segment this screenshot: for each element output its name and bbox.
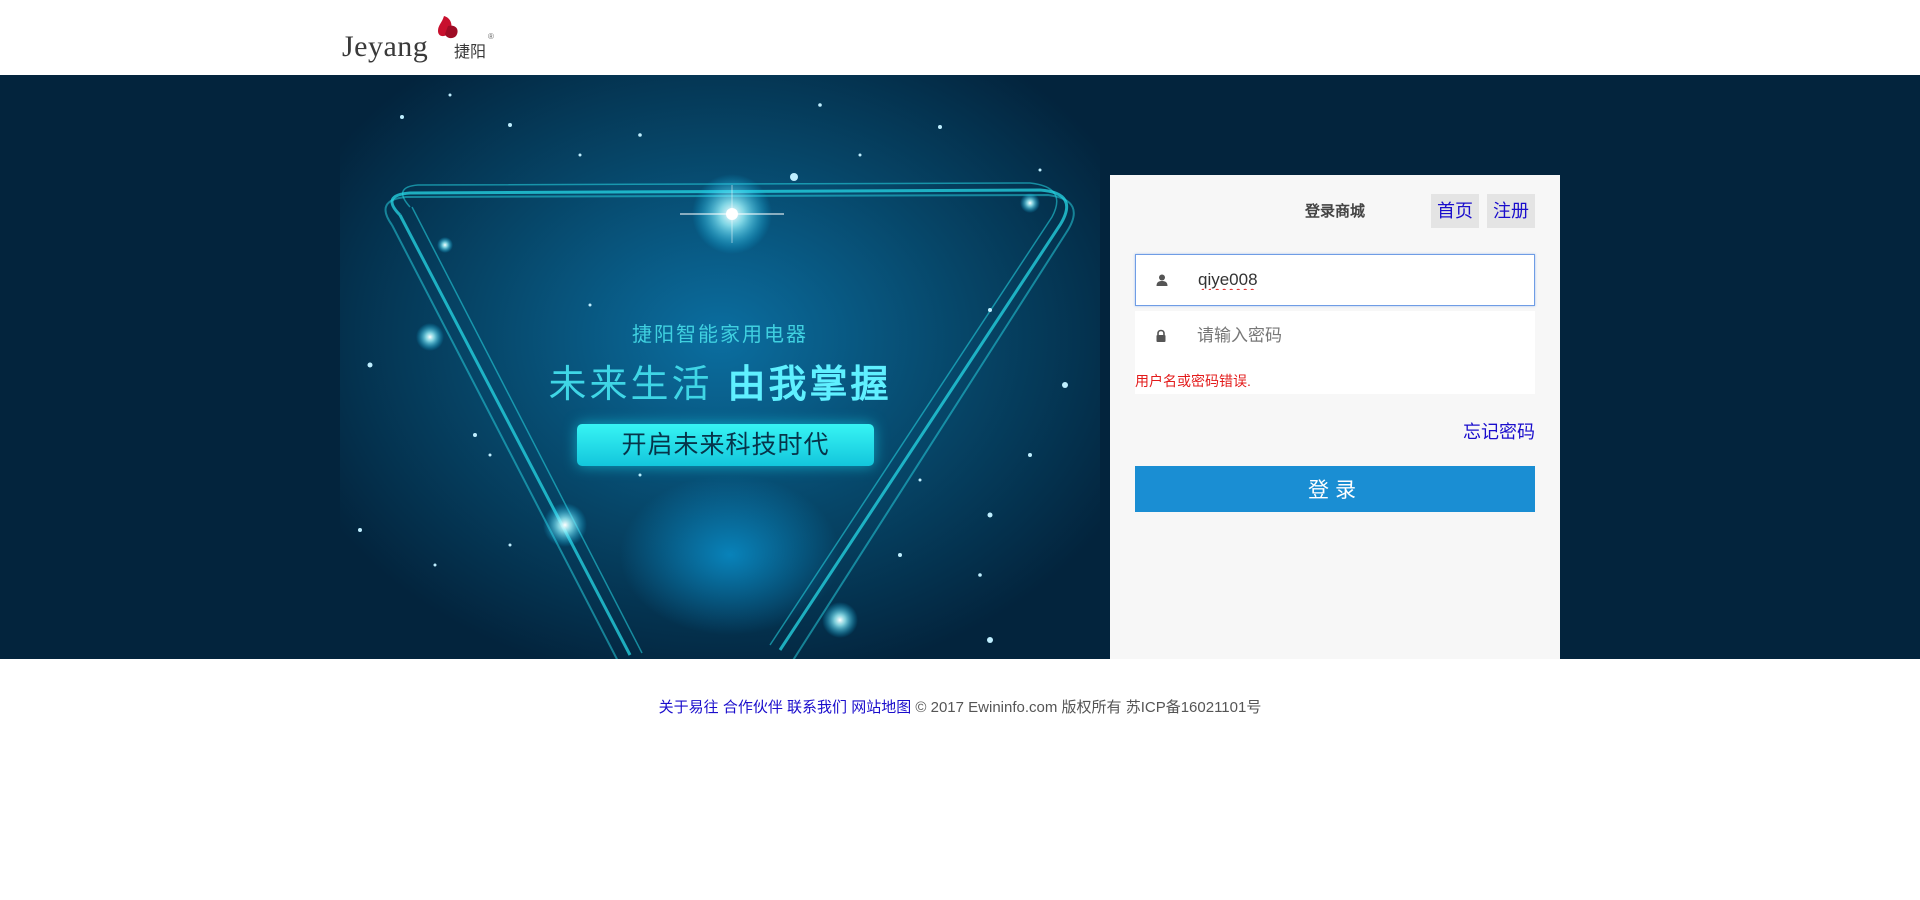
login-button[interactable]: 登录 xyxy=(1135,466,1535,512)
site-header: Jeyang 捷阳 ® xyxy=(0,0,1920,75)
hero-artwork: 捷阳智能家用电器 未来生活 由我掌握 开启未来科技时代 xyxy=(340,75,1100,659)
user-icon xyxy=(1156,274,1168,286)
password-input[interactable] xyxy=(1197,311,1517,361)
forgot-password-link[interactable]: 忘记密码 xyxy=(1463,418,1535,444)
register-link[interactable]: 注册 xyxy=(1487,194,1535,228)
logo-chinese-name: 捷阳 xyxy=(454,42,487,61)
hero-headline-plain: 未来生活 xyxy=(548,362,728,406)
hero-pill: 开启未来科技时代 xyxy=(577,424,874,466)
home-link[interactable]: 首页 xyxy=(1431,194,1479,228)
password-field[interactable] xyxy=(1135,311,1535,363)
footer-link-partners[interactable]: 合作伙伴 xyxy=(723,699,783,716)
copyright-text: © 2017 Ewininfo.com 版权所有 苏ICP备16021101号 xyxy=(915,699,1262,716)
jeyang-logo[interactable]: Jeyang 捷阳 ® xyxy=(340,14,500,64)
error-box: 用户名或密码错误. xyxy=(1135,363,1535,394)
lock-icon xyxy=(1156,329,1166,342)
footer-link-sitemap[interactable]: 网站地图 xyxy=(851,699,911,716)
footer-link-about[interactable]: 关于易往 xyxy=(659,699,719,716)
hero-headline: 未来生活 由我掌握 xyxy=(340,353,1100,408)
registered-mark: ® xyxy=(488,32,494,41)
logo-wordmark: Jeyang xyxy=(342,30,429,63)
login-title: 登录商城 xyxy=(1305,203,1366,220)
username-field[interactable] xyxy=(1135,254,1535,306)
hero-headline-bold: 由我掌握 xyxy=(727,362,892,406)
site-footer: 关于易往 合作伙伴 联系我们 网站地图 © 2017 Ewininfo.com … xyxy=(0,696,1920,717)
hero-banner: 捷阳智能家用电器 未来生活 由我掌握 开启未来科技时代 登录商城 首页 注册 用… xyxy=(0,75,1920,659)
hero-subtitle: 捷阳智能家用电器 xyxy=(632,322,808,346)
footer-link-contact[interactable]: 联系我们 xyxy=(787,699,847,716)
login-panel: 登录商城 首页 注册 用户名或密码错误. 忘记密码 登录 xyxy=(1110,175,1560,659)
error-message: 用户名或密码错误. xyxy=(1135,373,1251,389)
username-input[interactable] xyxy=(1198,255,1518,305)
